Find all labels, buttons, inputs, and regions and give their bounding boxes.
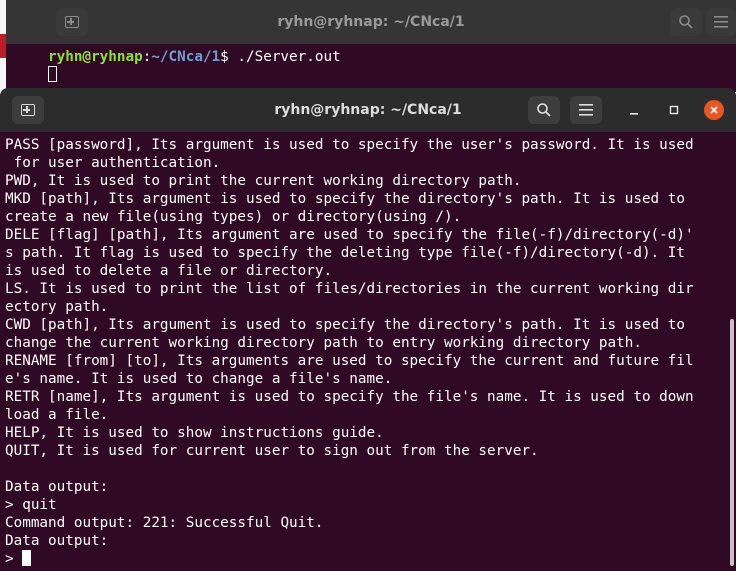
terminal-line: PASS [password], Its argument is used to… [5,137,694,153]
input-prompt: > [5,551,23,567]
terminal-line: change the current working directory pat… [5,335,642,351]
terminal-line: Command output: 221: Successful Quit. [5,515,324,531]
search-button[interactable] [528,96,560,124]
prompt-path: ~/CNca/1 [151,49,221,65]
front-titlebar[interactable]: ryhn@ryhnap: ~/CNca/1 [0,88,736,132]
terminal-line: PWD, It is used to print the current wor… [5,173,522,189]
minimize-button[interactable] [624,100,644,120]
search-icon [679,15,693,29]
terminal-input-line[interactable]: > [5,550,736,568]
terminal-line: s path. It flag is used to specify the d… [5,245,685,261]
maximize-icon [669,105,679,115]
back-terminal-output[interactable]: ryhn@ryhnap:~/CNca/1$ ./Server.out [48,48,736,84]
terminal-line: RENAME [from] [to], Its arguments are us… [5,353,694,369]
terminal-line: QUIT, It is used for current user to sig… [5,443,539,459]
minimize-icon [630,113,638,115]
terminal-line: Data output: [5,479,109,495]
close-button[interactable] [704,100,724,120]
terminal-line: e's name. It is used to change a file's … [5,371,393,387]
back-titlebar[interactable]: ryhn@ryhnap: ~/CNca/1 [6,0,736,44]
scrollbar[interactable] [730,319,734,566]
front-terminal-window[interactable]: ryhn@ryhnap: ~/CNca/1 PASS [password], I… [0,88,736,571]
terminal-line: load a file. [5,407,109,423]
back-window-title: ryhn@ryhnap: ~/CNca/1 [277,14,465,30]
terminal-line: RETR [name], Its argument is used to spe… [5,389,694,405]
terminal-line: ectory path. [5,299,109,315]
maximize-button[interactable] [664,100,684,120]
terminal-line: CWD [path], Its argument is used to spec… [5,317,685,333]
terminal-line: > quit [5,497,57,513]
terminal-line: LS. It is used to print the list of file… [5,281,694,297]
prompt-end: $ [220,49,238,65]
terminal-line: DELE [flag] [path], Its argument are use… [5,227,694,243]
close-icon [710,106,718,114]
prompt-user: ryhn@ryhnap [48,49,143,65]
typed-command: ./Server.out [237,49,341,65]
menu-button[interactable] [706,8,736,36]
menu-button[interactable] [570,96,602,124]
terminal-line: for user authentication. [5,155,221,171]
back-terminal-window[interactable]: ryhn@ryhnap: ~/CNca/1 ryhn@ryhnap:~/CNca… [6,0,736,92]
terminal-line: is used to delete a file or directory. [5,263,333,279]
search-button[interactable] [670,8,702,36]
front-terminal-output[interactable]: PASS [password], Its argument is used to… [5,136,736,568]
text-cursor [48,66,57,82]
text-cursor [22,550,32,566]
prompt-separator: : [142,49,152,65]
search-icon [537,103,551,117]
hamburger-menu-icon [714,16,728,28]
terminal-line: Data output: [5,533,109,549]
terminal-line: HELP, It is used to show instructions gu… [5,425,384,441]
terminal-line: MKD [path], Its argument is used to spec… [5,191,685,207]
terminal-line: create a new file(using types) or direct… [5,209,462,225]
hamburger-menu-icon [579,104,593,116]
